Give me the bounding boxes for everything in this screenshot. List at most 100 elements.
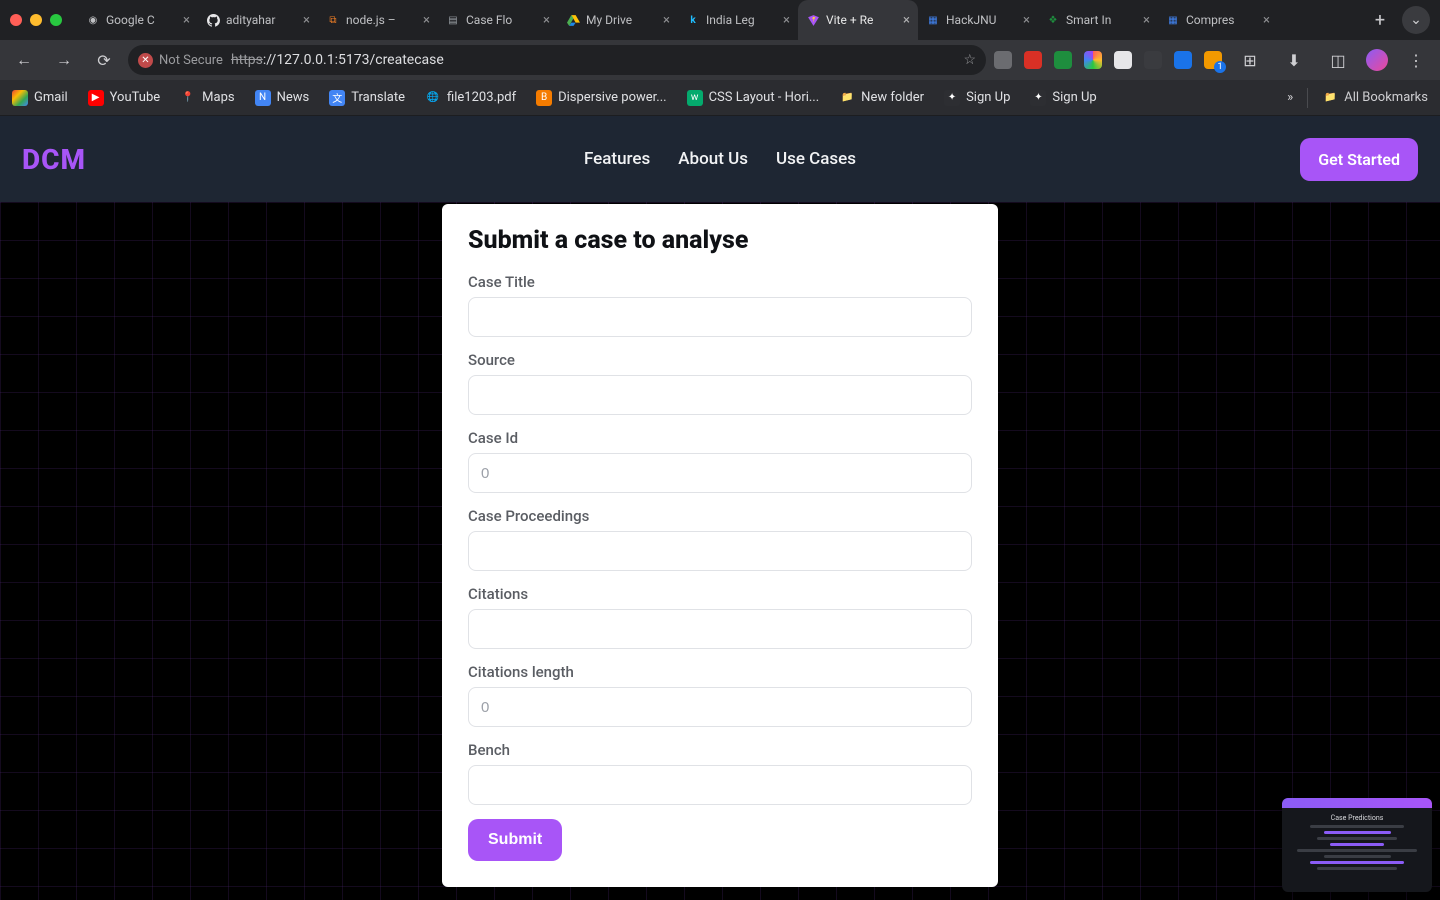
tab-google[interactable]: ◉ Google C × (78, 0, 198, 40)
maximize-window-icon[interactable] (50, 14, 62, 26)
close-icon[interactable]: × (423, 13, 430, 28)
submit-button[interactable]: Submit (468, 819, 562, 861)
bookmark-label: Gmail (34, 90, 68, 105)
close-icon[interactable]: × (1263, 13, 1270, 28)
close-icon[interactable]: × (1023, 13, 1030, 28)
drive-icon (566, 13, 580, 27)
minimize-window-icon[interactable] (30, 14, 42, 26)
tab-github[interactable]: adityahar × (198, 0, 318, 40)
input-case-proceedings[interactable] (468, 531, 972, 571)
sih-icon: ❖ (1046, 13, 1060, 27)
bookmark-youtube[interactable]: ▶ YouTube (88, 90, 161, 106)
input-citations[interactable] (468, 609, 972, 649)
reload-button[interactable]: ⟳ (88, 44, 120, 76)
tab-title: Vite + Re (826, 13, 897, 27)
vite-icon (806, 13, 820, 27)
ext-icon[interactable] (1174, 51, 1192, 69)
youtube-icon: ▶ (88, 90, 104, 106)
bookmark-translate[interactable]: 文 Translate (329, 90, 405, 106)
form-heading: Submit a case to analyse (468, 226, 972, 255)
tab-title: Case Flo (466, 13, 537, 27)
bookmark-signup1[interactable]: ✦ Sign Up (944, 90, 1010, 106)
nav-link-about[interactable]: About Us (678, 149, 748, 169)
signup-icon: ✦ (1030, 90, 1046, 106)
tab-nodejs[interactable]: ⧉ node.js – × (318, 0, 438, 40)
bookmark-star-icon[interactable]: ☆ (963, 52, 976, 68)
close-icon[interactable]: × (1143, 13, 1150, 28)
w3-icon: w (687, 90, 703, 106)
pip-line (1310, 861, 1404, 864)
profile-avatar[interactable] (1366, 49, 1388, 71)
close-icon[interactable]: × (183, 13, 190, 28)
tab-title: Smart In (1066, 13, 1137, 27)
tab-hackjnu[interactable]: ▦ HackJNU × (918, 0, 1038, 40)
maps-icon: 📍 (180, 90, 196, 106)
close-icon[interactable]: × (663, 13, 670, 28)
new-tab-button[interactable]: + (1366, 10, 1394, 31)
pip-line (1317, 837, 1397, 840)
site-logo[interactable]: DCM (22, 143, 86, 176)
ext-icon[interactable] (1114, 51, 1132, 69)
tab-vite-active[interactable]: Vite + Re × (798, 0, 918, 40)
tab-compress[interactable]: ▦ Compres × (1158, 0, 1278, 40)
bookmark-label: CSS Layout - Hori... (709, 90, 820, 105)
address-bar[interactable]: ✕ Not Secure https://127.0.0.1:5173/crea… (128, 45, 986, 75)
ext-icon[interactable] (1144, 51, 1162, 69)
security-label: Not Secure (159, 53, 223, 68)
pip-preview[interactable]: Case Predictions (1282, 798, 1432, 892)
news-icon: N (255, 90, 271, 106)
tab-title: India Leg (706, 13, 777, 27)
extensions-button[interactable]: ⊞ (1234, 44, 1266, 76)
close-window-icon[interactable] (10, 14, 22, 26)
bookmark-news[interactable]: N News (255, 90, 310, 106)
github-icon (206, 13, 220, 27)
bookmark-signup2[interactable]: ✦ Sign Up (1030, 90, 1096, 106)
kaggle-icon: k (686, 13, 700, 27)
tab-overflow-button[interactable]: ⌄ (1402, 6, 1430, 34)
nav-link-features[interactable]: Features (584, 149, 650, 169)
all-bookmarks-button[interactable]: 📁 All Bookmarks (1322, 90, 1428, 106)
close-icon[interactable]: × (783, 13, 790, 28)
tab-kaggle[interactable]: k India Leg × (678, 0, 798, 40)
get-started-button[interactable]: Get Started (1300, 138, 1418, 181)
bookmark-gmail[interactable]: Gmail (12, 90, 68, 106)
chrome-icon: ◉ (86, 13, 100, 27)
tab-caseflow[interactable]: ▤ Case Flo × (438, 0, 558, 40)
side-panel-button[interactable]: ◫ (1322, 44, 1354, 76)
bookmark-maps[interactable]: 📍 Maps (180, 90, 234, 106)
menu-button[interactable]: ⋮ (1400, 44, 1432, 76)
bookmark-label: News (277, 90, 310, 105)
window-controls[interactable] (10, 14, 62, 26)
input-citations-length[interactable] (468, 687, 972, 727)
signup-icon: ✦ (944, 90, 960, 106)
input-case-title[interactable] (468, 297, 972, 337)
input-bench[interactable] (468, 765, 972, 805)
pip-line (1297, 849, 1418, 852)
bookmark-label: Sign Up (966, 90, 1010, 105)
security-indicator[interactable]: ✕ Not Secure (138, 53, 223, 68)
nav-link-usecases[interactable]: Use Cases (776, 149, 856, 169)
bookmark-label: New folder (861, 90, 924, 105)
bookmark-pdf[interactable]: 🌐 file1203.pdf (425, 90, 516, 106)
ext-icon[interactable] (1204, 51, 1222, 69)
bookmark-label: Translate (351, 90, 405, 105)
ext-icon[interactable] (994, 51, 1012, 69)
ext-icon[interactable] (1024, 51, 1042, 69)
ext-icon[interactable] (1084, 51, 1102, 69)
forward-button[interactable]: → (48, 44, 80, 76)
close-icon[interactable]: × (543, 13, 550, 28)
tab-drive[interactable]: My Drive × (558, 0, 678, 40)
ext-icon[interactable] (1054, 51, 1072, 69)
bookmark-overflow-icon[interactable]: » (1287, 90, 1293, 105)
input-case-id[interactable] (468, 453, 972, 493)
downloads-button[interactable]: ⬇ (1278, 44, 1310, 76)
input-source[interactable] (468, 375, 972, 415)
tab-smartindia[interactable]: ❖ Smart In × (1038, 0, 1158, 40)
bookmark-blogger[interactable]: B Dispersive power... (536, 90, 667, 106)
close-icon[interactable]: × (303, 13, 310, 28)
bookmark-css[interactable]: w CSS Layout - Hori... (687, 90, 820, 106)
close-icon[interactable]: × (903, 13, 910, 28)
tab-title: node.js – (346, 13, 417, 27)
bookmark-folder[interactable]: 📁 New folder (839, 90, 924, 106)
back-button[interactable]: ← (8, 44, 40, 76)
